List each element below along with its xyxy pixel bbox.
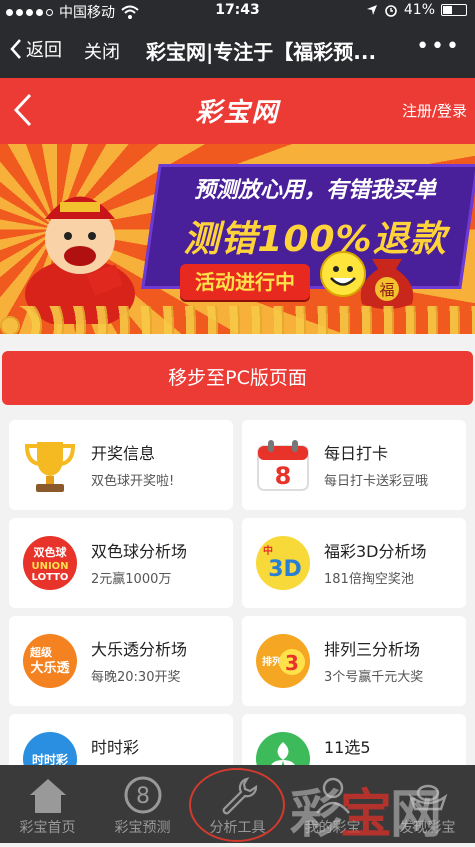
tab-predict[interactable]: 8 彩宝预测 [95, 765, 190, 843]
card-subtitle: 3个号赢千元大奖 [324, 670, 424, 685]
chevron-left-icon [10, 39, 21, 59]
eight-circle-icon: 8 [124, 776, 162, 814]
svg-text:3D: 3D [268, 557, 302, 582]
card-title: 排列三分析场 [324, 640, 421, 659]
banner-headline: 预测放心用，有错我买单 [193, 178, 436, 203]
card-title: 大乐透分析场 [91, 640, 188, 659]
card-union-lotto[interactable]: 双色球 UNION LOTTO 双色球分析场 2元赢1000万 [9, 518, 233, 608]
wechat-nav-bar: 返回 关闭 彩宝网|专注于【福彩预... ••• [0, 22, 475, 78]
fu-character: 福 [379, 281, 394, 299]
card-subtitle: 每晚20:30开奖 [91, 670, 181, 685]
highlight-circle-annotation [189, 768, 285, 842]
home-icon [30, 779, 66, 813]
card-subtitle: 双色球开奖啦! [91, 474, 175, 489]
battery-icon [441, 4, 467, 16]
card-title: 每日打卡 [324, 444, 389, 463]
alarm-icon [385, 5, 397, 17]
card-title: 时时彩 [91, 738, 140, 757]
pailie3-icon: 排列 3 [256, 634, 310, 688]
money-bag-illustration: 福 [360, 259, 414, 309]
register-login-link[interactable]: 注册/登录 [402, 100, 467, 121]
tab-label: 彩宝预测 [114, 820, 171, 836]
card-lottery-results[interactable]: 开奖信息 双色球开奖啦! [9, 420, 233, 510]
promo-banner[interactable]: 预测放心用，有错我买单 测错100%退款 活动进行中 福 [0, 144, 475, 334]
svg-text:UNION: UNION [31, 561, 68, 572]
app-header: 彩宝网 注册/登录 [0, 78, 475, 144]
svg-text:大乐透: 大乐透 [30, 660, 69, 676]
location-icon [366, 5, 377, 15]
svg-text:LOTTO: LOTTO [32, 572, 69, 583]
svg-text:3: 3 [285, 651, 299, 675]
calendar-icon: 8 [257, 440, 309, 491]
card-title: 福彩3D分析场 [324, 542, 427, 561]
fortune-god-illustration [25, 196, 135, 324]
card-title: 11选5 [324, 738, 371, 757]
calendar-day-number: 8 [275, 462, 292, 490]
svg-text:8: 8 [136, 784, 150, 809]
battery-percent: 41% [403, 2, 435, 18]
banner-refund-text: 测错100%退款 [183, 219, 447, 260]
banner-activity-pill: 活动进行中 [180, 264, 310, 300]
daletou-icon: 超级 大乐透 [23, 634, 77, 688]
card-daily-checkin[interactable]: 8 每日打卡 每日打卡送彩豆哦 [242, 420, 466, 510]
more-menu-button[interactable]: ••• [416, 34, 461, 59]
pc-version-button[interactable]: 移步至PC版页面 [2, 351, 473, 405]
union-lotto-icon: 双色球 UNION LOTTO [23, 536, 77, 590]
tab-home[interactable]: 彩宝首页 [0, 765, 95, 843]
wechat-back-button[interactable]: 返回 [10, 36, 62, 62]
trophy-icon [24, 442, 76, 492]
tab-label: 彩宝首页 [19, 820, 76, 836]
back-label: 返回 [26, 40, 62, 61]
svg-text:排列: 排列 [262, 655, 282, 668]
wechat-close-button[interactable]: 关闭 [84, 38, 120, 64]
card-subtitle: 2元赢1000万 [91, 572, 172, 587]
status-bar: 中国移动 17:43 41% [0, 0, 475, 22]
gold-coins-decoration [0, 306, 475, 334]
card-title: 开奖信息 [91, 444, 156, 463]
card-daletou[interactable]: 超级 大乐透 大乐透分析场 每晚20:30开奖 [9, 616, 233, 706]
svg-text:中: 中 [263, 544, 273, 557]
svg-text:超级: 超级 [29, 645, 53, 659]
card-fucai-3d[interactable]: 中 3D 福彩3D分析场 181倍掏空奖池 [242, 518, 466, 608]
svg-text:双色球: 双色球 [34, 545, 68, 559]
page-title: 彩宝网|专注于【福彩预... [146, 40, 377, 64]
fc3d-icon: 中 3D [256, 536, 310, 590]
card-title: 双色球分析场 [91, 542, 188, 561]
card-subtitle: 181倍掏空奖池 [324, 572, 414, 587]
card-subtitle: 每日打卡送彩豆哦 [324, 474, 429, 489]
watermark-logo: 彩宝网 [290, 785, 442, 845]
card-pailie3[interactable]: 排列 3 排列三分析场 3个号赢千元大奖 [242, 616, 466, 706]
